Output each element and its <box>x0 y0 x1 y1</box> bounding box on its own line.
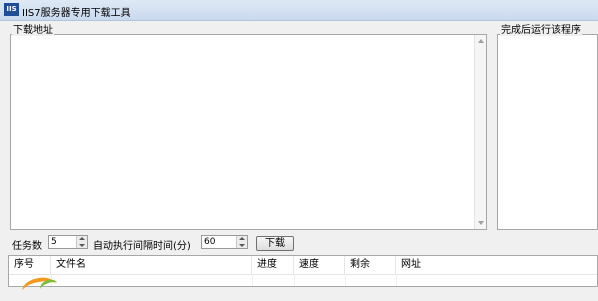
task-count-spin-buttons[interactable] <box>76 236 87 248</box>
interval-value: 60 <box>204 237 216 247</box>
scroll-up-icon[interactable] <box>478 39 484 43</box>
column-divider <box>396 274 397 286</box>
download-url-label: 下载地址 <box>12 21 54 36</box>
column-header-speed[interactable]: 速度 <box>294 256 345 274</box>
task-count-stepper[interactable]: 5 <box>48 235 88 249</box>
list-header: 序号 文件名 进度 速度 剩余 网址 <box>9 256 597 275</box>
interval-stepper[interactable]: 60 <box>201 235 248 249</box>
download-task-list[interactable]: 序号 文件名 进度 速度 剩余 网址 <box>8 255 598 287</box>
download-url-scrollbar[interactable] <box>474 35 486 229</box>
run-after-label: 完成后运行该程序 <box>500 21 582 36</box>
column-header-remaining[interactable]: 剩余 <box>345 256 396 274</box>
column-divider <box>294 274 295 286</box>
interval-label: 自动执行间隔时间(分) <box>93 241 191 252</box>
spin-down-icon[interactable] <box>79 244 85 247</box>
spin-up-icon[interactable] <box>79 237 85 240</box>
spin-up-icon[interactable] <box>239 237 245 240</box>
scroll-down-icon[interactable] <box>478 221 484 225</box>
app-icon: IIS <box>4 3 19 16</box>
title-bar[interactable]: IIS IIS7服务器专用下载工具 <box>0 0 598 21</box>
column-header-url[interactable]: 网址 <box>396 256 597 274</box>
download-button[interactable]: 下载 <box>256 236 294 251</box>
column-header-progress[interactable]: 进度 <box>252 256 294 274</box>
column-divider <box>252 274 253 286</box>
column-divider <box>345 274 346 286</box>
task-count-value: 5 <box>51 237 57 247</box>
interval-spin-buttons[interactable] <box>236 236 247 248</box>
spin-down-icon[interactable] <box>239 244 245 247</box>
column-header-filename[interactable]: 文件名 <box>51 256 252 274</box>
run-after-textarea[interactable] <box>497 34 598 230</box>
column-header-index[interactable]: 序号 <box>9 256 51 274</box>
download-url-textarea[interactable] <box>10 34 487 230</box>
window-title: IIS7服务器专用下载工具 <box>22 8 131 19</box>
task-count-label: 任务数 <box>12 241 42 252</box>
